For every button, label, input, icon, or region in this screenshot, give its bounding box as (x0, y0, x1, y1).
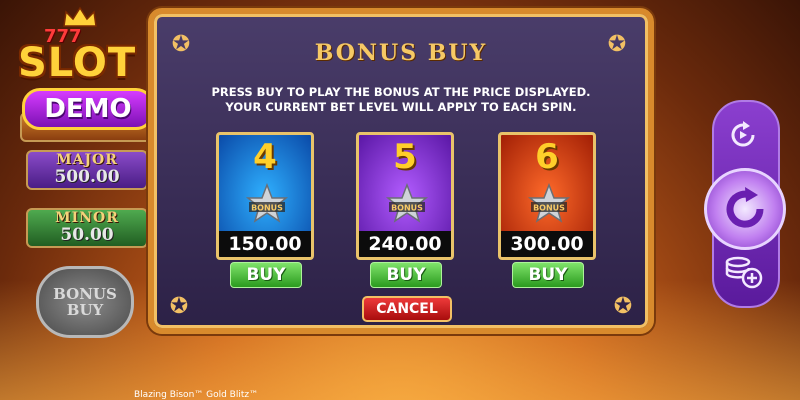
badge-text: BONUS (533, 204, 565, 213)
bonus-badge-icon: BONUS (527, 183, 571, 223)
minor-label: MINOR (55, 210, 119, 226)
bonus-badge-icon: BONUS (385, 183, 429, 223)
autoplay-button[interactable] (720, 115, 766, 155)
instruction-line-1: PRESS BUY TO PLAY THE BONUS AT THE PRICE… (211, 85, 591, 99)
side-bonus-line1: BONUS (53, 285, 117, 303)
spins-count: 5 (393, 137, 417, 177)
spins-count: 6 (535, 137, 559, 177)
bet-settings-icon (725, 256, 763, 289)
price-label: 150.00 (219, 231, 311, 257)
price-label: 240.00 (359, 231, 451, 257)
autoplay-icon (731, 121, 755, 147)
logo-slot-text: SLOT (18, 40, 137, 86)
sheriff-star-icon: ✪ (169, 294, 189, 319)
badge-text: BONUS (251, 204, 283, 213)
buy-button-1[interactable]: BUY (230, 262, 302, 288)
bonus-buy-dialog: ✪ ✪ ✪ ✪ BONUS BUY PRESS BUY TO PLAY THE … (148, 8, 654, 334)
buy-button-3[interactable]: BUY (512, 262, 584, 288)
side-bonus-line2: BUY (66, 301, 104, 319)
cancel-button[interactable]: CANCEL (362, 296, 452, 322)
bonus-option-card-2: 5 BONUS 240.00 (356, 132, 454, 260)
major-value: 500.00 (54, 167, 120, 187)
sheriff-star-icon: ✪ (613, 294, 633, 319)
price-label: 300.00 (501, 231, 593, 257)
minor-value: 50.00 (60, 225, 114, 245)
slot-demo-logo: 777 SLOT DEMO (4, 4, 154, 134)
instruction-line-2: YOUR CURRENT BET LEVEL WILL APPLY TO EAC… (225, 100, 577, 114)
spin-button[interactable] (704, 168, 786, 250)
logo-demo-text: DEMO (22, 88, 154, 130)
side-bonus-buy-button[interactable]: BONUS BUY (36, 266, 134, 338)
major-jackpot: MAJOR 500.00 (26, 150, 148, 190)
bet-settings-button[interactable] (722, 252, 766, 292)
buy-button-2[interactable]: BUY (370, 262, 442, 288)
spin-icon (726, 187, 764, 228)
badge-text: BONUS (391, 204, 423, 213)
bonus-option-card-3: 6 BONUS 300.00 (498, 132, 596, 260)
major-label: MAJOR (56, 152, 118, 168)
dialog-title: BONUS BUY (314, 40, 488, 66)
minor-jackpot: MINOR 50.00 (26, 208, 148, 248)
game-title: Blazing Bison™ Gold Blitz™ (134, 390, 259, 400)
bonus-badge-icon: BONUS (245, 183, 289, 223)
bonus-option-card-1: 4 BONUS 150.00 (216, 132, 314, 260)
crown-icon (63, 6, 97, 27)
spins-count: 4 (253, 137, 277, 177)
